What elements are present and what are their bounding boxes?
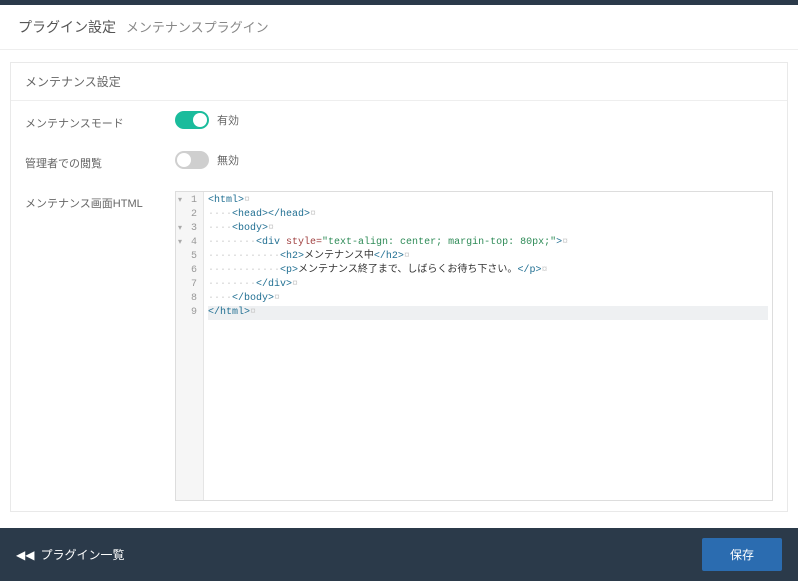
editor-code[interactable]: <html>¤····<head></head>¤····<body>¤····… (204, 192, 772, 500)
page-subtitle: メンテナンスプラグイン (126, 20, 269, 35)
row-admin-view: 管理者での閲覧 無効 (11, 141, 787, 181)
toggle-maintenance-mode[interactable] (175, 111, 209, 129)
page-header: プラグイン設定 メンテナンスプラグイン (0, 5, 798, 50)
back-link[interactable]: ◀◀ プラグイン一覧 (16, 546, 124, 563)
back-link-label: プラグイン一覧 (40, 546, 124, 563)
row-html: メンテナンス画面HTML 123456789 <html>¤····<head>… (11, 181, 787, 511)
toggle-admin-view[interactable] (175, 151, 209, 169)
settings-card: メンテナンス設定 メンテナンスモード 有効 管理者での閲覧 無効 メンテナンス画… (10, 62, 788, 512)
rewind-icon: ◀◀ (16, 548, 34, 562)
toggle-maintenance-mode-state: 有効 (217, 112, 239, 128)
footer: ◀◀ プラグイン一覧 保存 (0, 528, 798, 581)
toggle-admin-view-state: 無効 (217, 152, 239, 168)
save-button[interactable]: 保存 (702, 538, 782, 571)
label-maintenance-mode: メンテナンスモード (25, 111, 175, 131)
label-html: メンテナンス画面HTML (25, 191, 175, 211)
label-admin-view: 管理者での閲覧 (25, 151, 175, 171)
content: メンテナンス設定 メンテナンスモード 有効 管理者での閲覧 無効 メンテナンス画… (0, 50, 798, 528)
html-editor[interactable]: 123456789 <html>¤····<head></head>¤····<… (175, 191, 773, 501)
row-maintenance-mode: メンテナンスモード 有効 (11, 101, 787, 141)
editor-gutter: 123456789 (176, 192, 204, 500)
card-title: メンテナンス設定 (11, 63, 787, 101)
page-title: プラグイン設定 (18, 19, 116, 35)
